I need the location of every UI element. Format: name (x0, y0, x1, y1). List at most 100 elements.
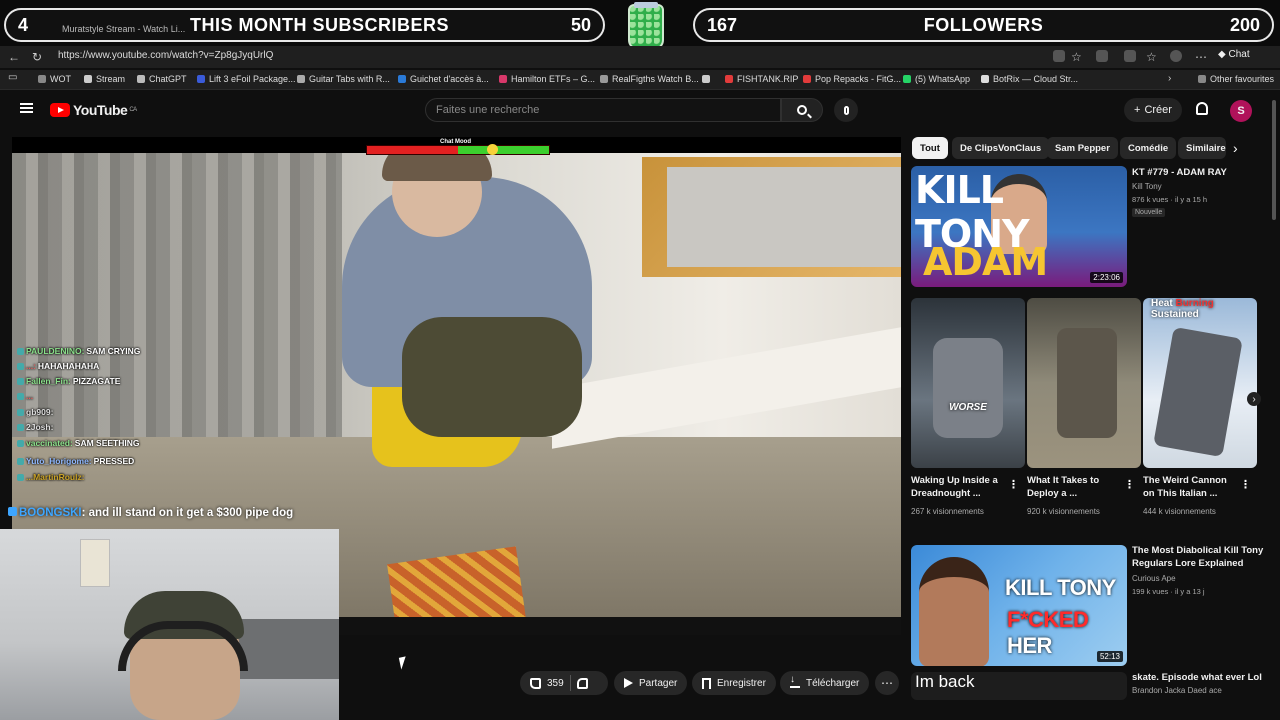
featured-video-title[interactable]: KT #779 - ADAM RAY (1132, 166, 1262, 179)
other-favourites[interactable]: Other favourites (1198, 74, 1274, 84)
bookmark-item[interactable]: BotRix — Cloud Str... (981, 74, 1078, 84)
share-button[interactable]: Partager (614, 671, 688, 695)
video-thumbnail[interactable]: Im back (911, 672, 1127, 700)
chat-message: vaccinated: SAM SEETHING (17, 438, 139, 448)
save-button[interactable]: Enregistrer (692, 671, 776, 695)
new-badge: Nouvelle (1132, 208, 1166, 217)
chat-text: PIZZAGATE (72, 376, 121, 386)
page-scrollbar[interactable] (1270, 92, 1278, 720)
like-count[interactable]: 359 (547, 678, 564, 689)
bookmark-item[interactable]: Pop Repacks - FitG... (803, 74, 901, 84)
app-icon[interactable] (1053, 50, 1065, 62)
chat-username: vaccinated: (26, 438, 73, 448)
short-title[interactable]: What It Takes to Deploy a ... (1027, 474, 1123, 500)
youtube-logo[interactable]: YouTube CA (50, 102, 137, 118)
chat-username: ... (26, 391, 34, 401)
create-button[interactable]: + Créer (1124, 98, 1182, 122)
favorites-icon[interactable]: ☆ (1146, 50, 1157, 64)
download-icon (790, 674, 800, 688)
featured-video-thumbnail[interactable]: KILL TONY ADAM RAY 2:23:06 (911, 166, 1127, 287)
video-title[interactable]: The Most Diabolical Kill Tony Regulars L… (1132, 544, 1266, 570)
search-input[interactable]: Faites une recherche (425, 98, 781, 122)
chat-text: SAM CRYING (86, 346, 141, 356)
profile-icon[interactable] (1170, 50, 1182, 62)
like-icon[interactable] (530, 677, 541, 689)
star-icon[interactable]: ☆ (1071, 50, 1082, 64)
chat-username: gb909: (26, 407, 54, 417)
short-title[interactable]: Waking Up Inside a Dreadnought ... (911, 474, 1007, 500)
back-icon[interactable]: ← (8, 50, 20, 64)
more-vert-icon[interactable]: ⋮ (1240, 478, 1251, 491)
subscribers-count: 4 (18, 14, 29, 35)
dislike-icon[interactable] (576, 677, 588, 689)
channel-name[interactable]: Brandon Jacka Daed ace (1132, 684, 1222, 697)
video-title[interactable]: skate. Episode what ever Lol (1132, 671, 1266, 684)
more-icon[interactable]: ⋯ (1195, 50, 1207, 64)
followers-goal-bar: 167 FOLLOWERS 200 (693, 8, 1274, 42)
chip-sam-pepper[interactable]: Sam Pepper (1047, 137, 1118, 159)
short-title[interactable]: The Weird Cannon on This Italian ... (1143, 474, 1239, 500)
channel-name[interactable]: Curious Ape (1132, 572, 1176, 585)
chat-username: Yuto_Horigome: (26, 456, 92, 466)
followers-label: FOLLOWERS (923, 14, 1044, 35)
search-icon (797, 105, 807, 115)
avatar[interactable]: S (1230, 100, 1252, 122)
chat-text: SAM SEETHING (74, 438, 140, 448)
streamer-webcam (0, 529, 339, 720)
bookmark-item[interactable]: Stream (84, 74, 125, 84)
video-thumbnail[interactable]: KILL TONY F*CKED HER 52:13 (911, 545, 1127, 666)
featured-meta: 876 k vues · il y a 15 h (1132, 195, 1208, 204)
notifications-icon[interactable] (1196, 102, 1208, 115)
copilot-chat-button[interactable]: ◆ Chat (1218, 49, 1250, 60)
bookmark-item[interactable]: WOT (38, 74, 71, 84)
bookmark-item[interactable]: FISHTANK.RIP (725, 74, 798, 84)
bookmark-item[interactable]: ChatGPT (137, 74, 187, 84)
chip-all[interactable]: Tout (912, 137, 948, 159)
download-button[interactable]: Télécharger (780, 671, 870, 695)
chip-similaire[interactable]: Similaire (1178, 137, 1226, 159)
highlighted-chat-message: BOONGSKI: and ill stand on it get a $300… (8, 507, 293, 519)
address-bar: ← ↻ https://www.youtube.com/watch?v=Zp8g… (0, 46, 1280, 68)
short-views: 920 k visionnements (1027, 507, 1100, 516)
bookmark-item[interactable]: RealFigths Watch B... (600, 74, 699, 84)
chip-clipsvonclaus[interactable]: De ClipsVonClaus (952, 137, 1050, 159)
more-vert-icon[interactable]: ⋮ (1124, 478, 1135, 491)
chat-badge-icon (17, 424, 24, 431)
short-thumbnail[interactable] (1027, 298, 1141, 468)
more-actions-button[interactable]: ⋯ (875, 671, 899, 695)
extension-icon[interactable] (1096, 50, 1108, 62)
chat-badge-icon (17, 393, 24, 400)
url-field[interactable]: https://www.youtube.com/watch?v=Zp8gJyqU… (58, 50, 273, 61)
chat-text: HAHAHAHAHA (37, 361, 100, 371)
chevron-right-icon[interactable]: › (1247, 392, 1261, 406)
bookmark-icon (702, 677, 711, 689)
bookmark-item[interactable]: Hamilton ETFs – G... (499, 74, 595, 84)
chat-badge-icon (17, 440, 24, 447)
more-vert-icon[interactable]: ⋮ (1008, 478, 1019, 491)
globe-bookmark-icon[interactable] (702, 74, 714, 84)
chat-text: PRESSED (93, 456, 135, 466)
search-button[interactable] (781, 98, 823, 122)
bookmarks-icon[interactable]: ▭ (8, 72, 17, 83)
extension-icon[interactable] (1124, 50, 1136, 62)
bookmark-item[interactable]: Lift 3 eFoil Package... (197, 74, 296, 84)
chat-message: Yuto_Horigome: PRESSED (17, 456, 134, 466)
short-thumbnail[interactable]: WORSE (911, 298, 1025, 468)
bookmark-item[interactable]: Guitar Tabs with R... (297, 74, 390, 84)
chevron-right-icon[interactable]: › (1168, 73, 1171, 84)
bookmark-item[interactable]: (5) WhatsApp (903, 74, 970, 84)
chat-message: Fallen_Fin: PIZZAGATE (17, 376, 120, 386)
chat-username: 2Josh: (26, 422, 54, 432)
voice-search-button[interactable] (834, 98, 858, 122)
featured-channel[interactable]: Kill Tony (1132, 180, 1162, 193)
chat-message: ...: HAHAHAHAHA (17, 361, 99, 371)
short-views: 444 k visionnements (1143, 507, 1216, 516)
bookmark-item[interactable]: Guichet d'accès à... (398, 74, 489, 84)
chat-message: gb909: (17, 407, 55, 417)
chip-comedie[interactable]: Comédie (1120, 137, 1177, 159)
menu-icon[interactable] (20, 103, 33, 113)
browser-tab-title[interactable]: Muratstyle Stream - Watch Li... (62, 24, 185, 34)
short-thumbnail[interactable]: Heat Burning Sustained (1143, 298, 1257, 468)
reload-icon[interactable]: ↻ (32, 50, 42, 64)
chevron-right-icon[interactable]: › (1233, 140, 1238, 156)
